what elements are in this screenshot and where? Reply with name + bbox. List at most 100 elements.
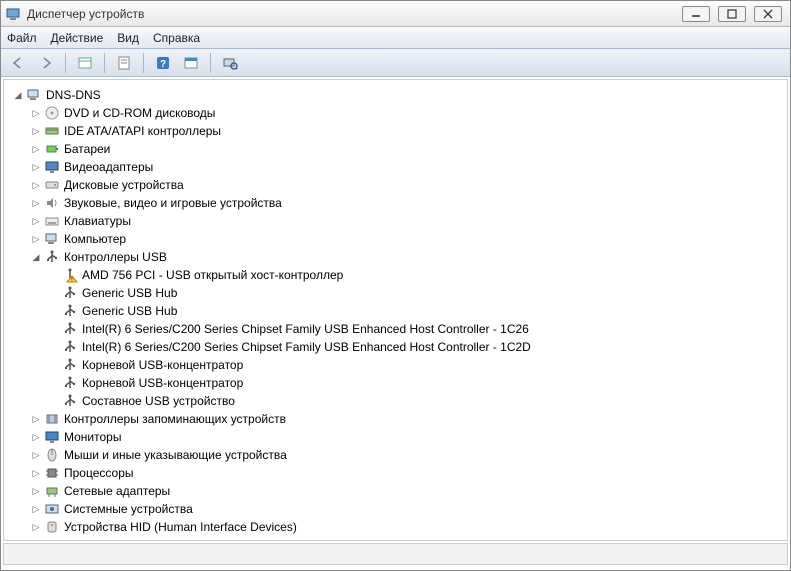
node-label: Корневой USB-концентратор — [82, 358, 243, 372]
scan-hardware-button[interactable] — [219, 52, 241, 74]
tree-category[interactable]: ▷ Контроллеры запоминающих устройств — [8, 410, 783, 428]
toolbar-separator — [65, 53, 66, 73]
menu-help[interactable]: Справка — [153, 31, 200, 45]
device-tree[interactable]: ◢ DNS-DNS ▷ DVD и CD-ROM дисководы ▷ IDE ATA/… — [3, 79, 788, 541]
tree-device[interactable]: Корневой USB-концентратор — [8, 374, 783, 392]
node-label: Сетевые адаптеры — [64, 484, 170, 498]
usb-icon — [62, 339, 78, 355]
node-label: DVD и CD-ROM дисководы — [64, 106, 215, 120]
node-label: Контроллеры запоминающих устройств — [64, 412, 286, 426]
node-label: Intel(R) 6 Series/C200 Series Chipset Fa… — [82, 340, 531, 354]
titlebar: Диспетчер устройств — [1, 1, 790, 27]
menu-view[interactable]: Вид — [117, 31, 139, 45]
expander-spacer — [48, 359, 60, 371]
hid-icon — [44, 519, 60, 535]
usb-icon — [62, 393, 78, 409]
tree-category[interactable]: ▷Батареи — [8, 140, 783, 158]
node-label: Intel(R) 6 Series/C200 Series Chipset Fa… — [82, 322, 529, 336]
menu-file[interactable]: Файл — [7, 31, 37, 45]
tree-device[interactable]: Корневой USB-концентратор — [8, 356, 783, 374]
monitor-icon — [44, 429, 60, 445]
tree-device[interactable]: Intel(R) 6 Series/C200 Series Chipset Fa… — [8, 338, 783, 356]
node-label: Звуковые, видео и игровые устройства — [64, 196, 282, 210]
app-icon — [5, 6, 21, 22]
tree-category[interactable]: ▷Системные устройства — [8, 500, 783, 518]
tree-category[interactable]: ▷ IDE ATA/ATAPI контроллеры — [8, 122, 783, 140]
expander-icon[interactable]: ◢ — [30, 251, 42, 263]
properties-button[interactable] — [113, 52, 135, 74]
ide-icon — [44, 123, 60, 139]
node-label: Видеоадаптеры — [64, 160, 153, 174]
back-button[interactable] — [7, 52, 29, 74]
expander-icon[interactable]: ▷ — [30, 161, 42, 173]
usb-icon — [62, 375, 78, 391]
display-icon — [44, 159, 60, 175]
tree-category[interactable]: ▷ Видеоадаптеры — [8, 158, 783, 176]
node-label: Компьютер — [64, 232, 126, 246]
tree-category[interactable]: ▷ Мыши и иные указывающие устройства — [8, 446, 783, 464]
show-hidden-button[interactable] — [74, 52, 96, 74]
expander-icon[interactable]: ▷ — [30, 107, 42, 119]
close-button[interactable] — [754, 6, 782, 22]
tree-root[interactable]: ◢ DNS-DNS — [8, 86, 783, 104]
tree-category[interactable]: ◢ Контроллеры USB — [8, 248, 783, 266]
tree-device[interactable]: Intel(R) 6 Series/C200 Series Chipset Fa… — [8, 320, 783, 338]
expander-spacer — [48, 341, 60, 353]
battery-icon — [44, 141, 60, 157]
tree-category[interactable]: ▷ Клавиатуры — [8, 212, 783, 230]
mouse-icon — [44, 447, 60, 463]
expander-icon[interactable]: ▷ — [30, 197, 42, 209]
expander-icon[interactable]: ◢ — [12, 89, 24, 101]
expander-icon[interactable]: ▷ — [30, 143, 42, 155]
expander-spacer — [48, 287, 60, 299]
tree-category[interactable]: ▷ Дисковые устройства — [8, 176, 783, 194]
node-label: IDE ATA/ATAPI контроллеры — [64, 124, 221, 138]
expander-icon[interactable]: ▷ — [30, 503, 42, 515]
maximize-button[interactable] — [718, 6, 746, 22]
expander-spacer — [48, 323, 60, 335]
node-label: Generic USB Hub — [82, 286, 177, 300]
help-button[interactable]: ? — [152, 52, 174, 74]
tree-category[interactable]: ▷ Устройства HID (Human Interface Devices… — [8, 518, 783, 536]
forward-button[interactable] — [35, 52, 57, 74]
tree-category[interactable]: ▷Мониторы — [8, 428, 783, 446]
sound-icon — [44, 195, 60, 211]
expander-icon[interactable]: ▷ — [30, 485, 42, 497]
tree-device[interactable]: Generic USB Hub — [8, 284, 783, 302]
expander-icon[interactable]: ▷ — [30, 413, 42, 425]
expander-spacer — [48, 377, 60, 389]
menu-action[interactable]: Действие — [51, 31, 104, 45]
expander-icon[interactable]: ▷ — [30, 179, 42, 191]
tree-device[interactable]: !AMD 756 PCI - USB открытый хост-контрол… — [8, 266, 783, 284]
tree-category[interactable]: ▷ Процессоры — [8, 464, 783, 482]
node-label: AMD 756 PCI - USB открытый хост-контролл… — [82, 268, 343, 282]
expander-icon[interactable]: ▷ — [30, 233, 42, 245]
expander-icon[interactable]: ▷ — [30, 449, 42, 461]
node-label: Корневой USB-концентратор — [82, 376, 243, 390]
tree-category[interactable]: ▷ Сетевые адаптеры — [8, 482, 783, 500]
tree-category[interactable]: ▷ Компьютер — [8, 230, 783, 248]
expander-icon[interactable]: ▷ — [30, 215, 42, 227]
svg-text:?: ? — [160, 59, 166, 70]
expander-icon[interactable]: ▷ — [30, 521, 42, 533]
minimize-button[interactable] — [682, 6, 710, 22]
expander-icon[interactable]: ▷ — [30, 125, 42, 137]
window-controls — [682, 6, 782, 22]
node-label: Мыши и иные указывающие устройства — [64, 448, 287, 462]
node-label: DNS-DNS — [46, 88, 101, 102]
expander-icon[interactable]: ▷ — [30, 467, 42, 479]
node-label: Процессоры — [64, 466, 134, 480]
tree-device[interactable]: Generic USB Hub — [8, 302, 783, 320]
expander-icon[interactable]: ▷ — [30, 431, 42, 443]
node-label: Дисковые устройства — [64, 178, 184, 192]
tree-device[interactable]: Составное USB устройство — [8, 392, 783, 410]
tree-category[interactable]: ▷ Звуковые, видео и игровые устройства — [8, 194, 783, 212]
toolbar-separator — [104, 53, 105, 73]
node-label: Устройства HID (Human Interface Devices) — [64, 520, 297, 534]
system-icon — [44, 501, 60, 517]
tree-category[interactable]: ▷ DVD и CD-ROM дисководы — [8, 104, 783, 122]
node-label: Контроллеры USB — [64, 250, 167, 264]
scan-button[interactable] — [180, 52, 202, 74]
expander-spacer — [48, 305, 60, 317]
node-label: Клавиатуры — [64, 214, 131, 228]
